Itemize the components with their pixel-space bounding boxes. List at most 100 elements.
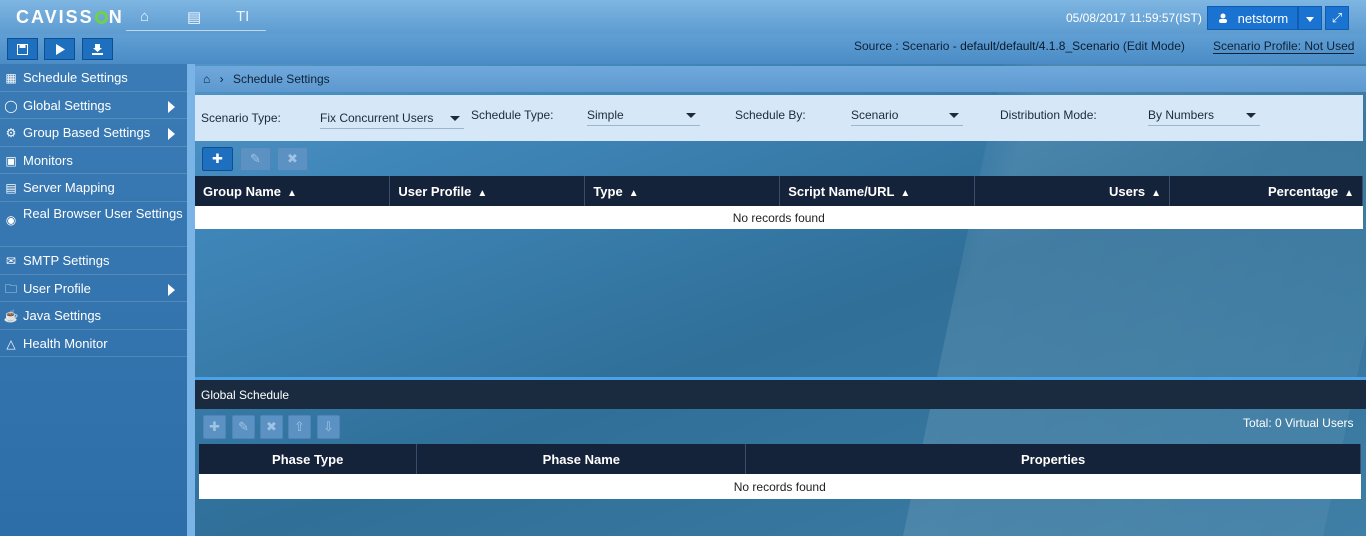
arrow-down-icon: ⇩ — [323, 419, 334, 434]
add-phase-button[interactable]: ✚ — [203, 415, 226, 439]
sidebar-item-label: Java Settings — [23, 308, 102, 324]
column-phase-type: Phase Type — [199, 444, 418, 474]
sidebar-item-label: SMTP Settings — [23, 252, 110, 268]
delete-phase-button[interactable]: ✖ — [260, 415, 283, 439]
global-schedule-title: Global Schedule — [201, 388, 290, 402]
pencil-icon: ✎ — [238, 419, 249, 434]
sidebar-item-health-monitor[interactable]: △ Health Monitor — [0, 330, 187, 358]
sidebar-item-label: Real Browser User Settings — [23, 205, 183, 221]
download-button[interactable] — [82, 38, 113, 60]
schedule-type-value: Simple — [587, 108, 624, 122]
health-icon: △ — [6, 336, 16, 351]
column-label: Users — [1108, 183, 1146, 199]
home-icon[interactable]: ⌂ — [203, 72, 210, 86]
sidebar-item-label: Group Based Settings — [23, 125, 151, 141]
sidebar-item-label: Global Settings — [23, 97, 112, 113]
id-card-icon[interactable]: ▤ — [187, 8, 201, 26]
table-header-row: Phase Type Phase Name Properties — [199, 444, 1361, 474]
sort-icon: ▲︎ — [477, 187, 488, 199]
move-down-button[interactable]: ⇩ — [317, 415, 340, 439]
sidebar-item-java-settings[interactable]: ☕ Java Settings — [0, 302, 187, 330]
chevron-right-icon — [168, 283, 175, 296]
source-mode: (Edit Mode) — [1119, 39, 1185, 53]
add-group-button[interactable]: ✚ — [202, 147, 233, 171]
expand-icon[interactable]: ⤢ — [1325, 6, 1349, 30]
gear-icon: ⚙ — [5, 126, 17, 141]
user-icon — [1219, 13, 1227, 23]
close-icon: ✖ — [287, 151, 298, 166]
sidebar-item-monitors[interactable]: ▣ Monitors — [0, 147, 187, 175]
chevron-right-icon — [168, 128, 175, 141]
java-icon: ☕ — [3, 309, 19, 324]
browser-icon: ◉ — [5, 212, 17, 227]
scenario-profile-link[interactable]: Scenario Profile: Not Used — [1213, 39, 1355, 54]
source-prefix: Source : Scenario - — [854, 39, 961, 53]
sort-icon: ▲︎ — [1151, 187, 1162, 199]
main-toolbar: Source : Scenario - default/default/4.1.… — [0, 34, 1366, 64]
save-icon — [17, 44, 28, 55]
home-icon[interactable]: ⌂ — [140, 8, 149, 25]
download-icon — [92, 44, 103, 55]
sidebar-edge — [187, 64, 195, 536]
column-label: User Profile — [398, 183, 472, 199]
distribution-mode-label: Distribution Mode: — [1000, 108, 1097, 122]
sidebar-item-label: Health Monitor — [23, 335, 108, 351]
run-button[interactable] — [44, 38, 75, 60]
column-properties: Properties — [745, 444, 1361, 474]
move-up-button[interactable]: ⇧ — [288, 415, 311, 439]
username-label: netstorm — [1237, 11, 1289, 26]
save-button[interactable] — [7, 38, 38, 60]
sidebar-item-user-profile[interactable]: 🗀 User Profile — [0, 275, 187, 303]
distribution-mode-select[interactable]: By Numbers — [1148, 98, 1260, 126]
user-button[interactable]: netstorm — [1207, 6, 1298, 30]
delete-group-button[interactable]: ✖ — [277, 147, 308, 171]
chevron-down-icon — [949, 113, 959, 118]
edit-phase-button[interactable]: ✎ — [232, 415, 255, 439]
server-icon: ▤ — [5, 181, 17, 196]
sidebar-item-smtp-settings[interactable]: ✉ SMTP Settings — [0, 247, 187, 275]
sidebar-item-real-browser-user-settings[interactable]: ◉ Real Browser User Settings — [0, 202, 187, 247]
scenario-type-select[interactable]: Fix Concurrent Users — [320, 101, 464, 129]
column-label: Percentage — [1268, 183, 1339, 199]
column-user-profile[interactable]: User Profile ▲︎ — [389, 176, 586, 206]
chevron-right-icon: › — [219, 72, 224, 86]
sidebar: ▦ Schedule Settings ◯ Global Settings ⚙ … — [0, 64, 187, 536]
chevron-down-icon — [450, 116, 460, 121]
schedule-type-select[interactable]: Simple — [587, 98, 700, 126]
sidebar-item-group-based-settings[interactable]: ⚙ Group Based Settings — [0, 119, 187, 147]
schedule-by-label: Schedule By: — [735, 108, 806, 122]
empty-message: No records found — [199, 474, 1361, 499]
edit-group-button[interactable]: ✎ — [240, 147, 271, 171]
user-menu-dropdown-button[interactable] — [1298, 6, 1322, 30]
column-users[interactable]: Users ▲︎ — [974, 176, 1171, 206]
nav-underline — [126, 30, 266, 31]
column-percentage[interactable]: Percentage ▲︎ — [1169, 176, 1363, 206]
source-path: default/default/4.1.8_Scenario — [960, 39, 1120, 53]
profile-value: Not Used — [1304, 39, 1355, 53]
column-type[interactable]: Type ▲︎ — [584, 176, 781, 206]
plus-icon: ✚ — [212, 151, 223, 166]
scenario-type-value: Fix Concurrent Users — [320, 111, 434, 125]
table-header-row: Group Name ▲︎ User Profile ▲︎ Type ▲︎ Scrip… — [195, 176, 1363, 206]
sidebar-item-label: Schedule Settings — [23, 70, 128, 85]
empty-message: No records found — [195, 206, 1363, 229]
mail-icon: ✉ — [5, 253, 17, 268]
schedule-by-select[interactable]: Scenario — [851, 98, 963, 126]
total-virtual-users: Total: 0 Virtual Users — [1243, 416, 1354, 430]
play-icon — [55, 44, 65, 55]
sidebar-item-server-mapping[interactable]: ▤ Server Mapping — [0, 174, 187, 202]
breadcrumb-current: Schedule Settings — [232, 72, 330, 86]
app-logo: CAVISS N — [16, 7, 124, 27]
sidebar-item-schedule-settings[interactable]: ▦ Schedule Settings — [0, 64, 187, 92]
sidebar-item-label: Monitors — [23, 152, 73, 168]
scenario-type-label: Scenario Type: — [201, 111, 281, 125]
sidebar-item-label: Server Mapping — [23, 180, 115, 196]
column-script-name[interactable]: Script Name/URL ▲︎ — [779, 176, 976, 206]
text-icon[interactable]: TI — [236, 8, 249, 25]
close-icon: ✖ — [266, 419, 277, 434]
phase-table: Phase Type Phase Name Properties No reco… — [199, 444, 1361, 499]
column-phase-name: Phase Name — [416, 444, 747, 474]
column-group-name[interactable]: Group Name ▲︎ — [195, 176, 391, 206]
table-row: No records found — [195, 206, 1363, 229]
sidebar-item-global-settings[interactable]: ◯ Global Settings — [0, 92, 187, 120]
